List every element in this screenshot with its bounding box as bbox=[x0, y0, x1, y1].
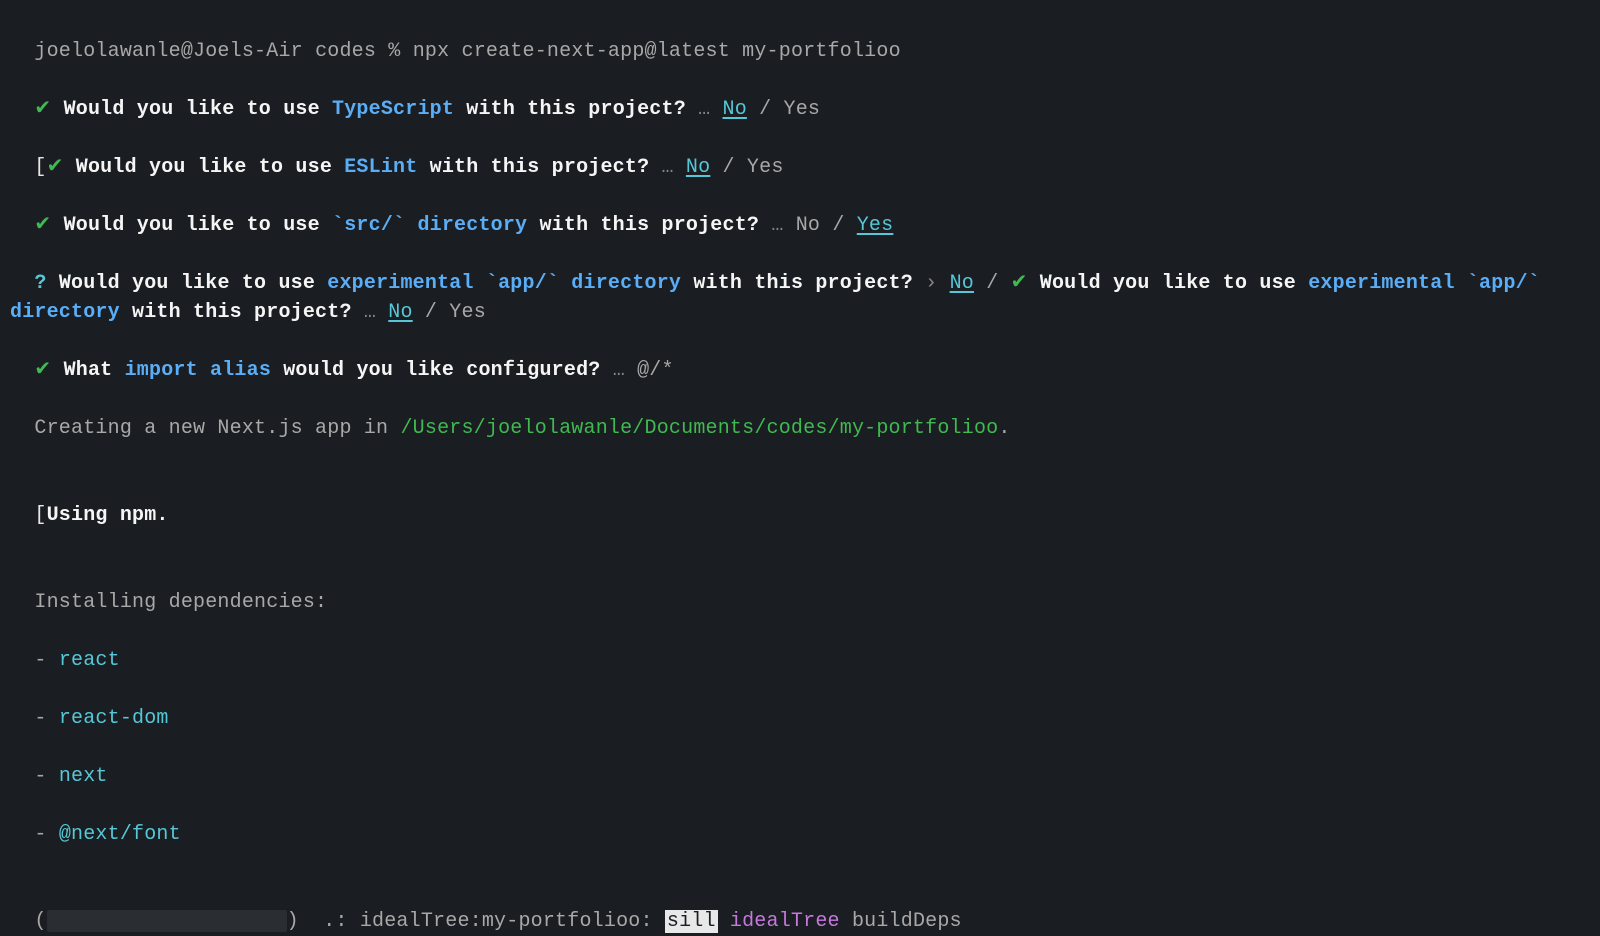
progress-bar bbox=[47, 910, 287, 932]
question-app-dir: ? Would you like to use experimental `ap… bbox=[10, 240, 1590, 327]
alias-answer: @/* bbox=[637, 359, 674, 382]
status-sill: sill bbox=[665, 910, 718, 933]
ellipsis: … bbox=[662, 156, 674, 179]
question-suffix-2: with this project? bbox=[120, 301, 352, 324]
prompt-line: joelolawanle@Joels-Air codes % npx creat… bbox=[10, 8, 1590, 66]
question-src-dir: ✔ Would you like to use `src/` directory… bbox=[10, 182, 1590, 240]
ellipsis: … bbox=[698, 98, 710, 121]
question-text: Would you like to use bbox=[76, 156, 344, 179]
dep-line: - react bbox=[10, 617, 1590, 675]
paren-close: ) bbox=[287, 910, 299, 933]
option-slash: / bbox=[832, 214, 844, 237]
dep-line: - @next/font bbox=[10, 791, 1590, 849]
question-em: ESLint bbox=[344, 156, 417, 179]
question-typescript: ✔ Would you like to use TypeScript with … bbox=[10, 66, 1590, 124]
question-em: import alias bbox=[125, 359, 271, 382]
blank-line bbox=[10, 849, 1590, 878]
check-icon: ✔ bbox=[34, 359, 51, 382]
option-yes[interactable]: Yes bbox=[784, 98, 821, 121]
option-yes[interactable]: Yes bbox=[747, 156, 784, 179]
option-no[interactable]: No bbox=[950, 272, 974, 295]
question-eslint: [✔ Would you like to use ESLint with thi… bbox=[10, 124, 1590, 182]
option-no-2[interactable]: No bbox=[388, 301, 412, 324]
status-label: idealTree:my-portfolioo: bbox=[360, 910, 653, 933]
creating-text: Creating a new Next.js app in bbox=[34, 417, 400, 440]
status-idealtree: idealTree bbox=[730, 910, 840, 933]
installing-header: Installing dependencies: bbox=[10, 559, 1590, 617]
prompt-cwd: codes bbox=[315, 40, 376, 63]
question-em: TypeScript bbox=[332, 98, 454, 121]
arrow-icon: › bbox=[925, 272, 937, 295]
using-npm-line: [Using npm. bbox=[10, 472, 1590, 530]
blank-line bbox=[10, 530, 1590, 559]
check-icon: ✔ bbox=[1011, 272, 1028, 295]
question-pre: What bbox=[64, 359, 125, 382]
option-slash: / bbox=[986, 272, 998, 295]
creating-path: /Users/joelolawanle/Documents/codes/my-p… bbox=[400, 417, 998, 440]
question-suffix: with this project? bbox=[527, 214, 759, 237]
dep-name: react bbox=[59, 649, 120, 672]
prompt-command: npx create-next-app@latest my-portfolioo bbox=[413, 40, 901, 63]
ellipsis: … bbox=[771, 214, 783, 237]
check-icon: ✔ bbox=[34, 214, 51, 237]
question-post: would you like configured? bbox=[271, 359, 600, 382]
dep-name: react-dom bbox=[59, 707, 169, 730]
question-suffix: with this project? bbox=[681, 272, 913, 295]
question-import-alias: ✔ What import alias would you like confi… bbox=[10, 327, 1590, 385]
creating-dot: . bbox=[998, 417, 1010, 440]
option-no[interactable]: No bbox=[723, 98, 747, 121]
option-no[interactable]: No bbox=[686, 156, 710, 179]
status-builddeps: buildDeps bbox=[852, 910, 962, 933]
creating-line: Creating a new Next.js app in /Users/joe… bbox=[10, 385, 1590, 443]
blank-line bbox=[10, 443, 1590, 472]
question-mark-icon: ? bbox=[34, 272, 46, 295]
check-icon: ✔ bbox=[34, 98, 51, 121]
spinner-icon: .: bbox=[323, 910, 347, 933]
npm-status-line: () .: idealTree:my-portfolioo: sill idea… bbox=[10, 878, 1590, 936]
question-text-2: Would you like to use bbox=[1040, 272, 1308, 295]
question-text: Would you like to use bbox=[59, 272, 327, 295]
prompt-symbol: % bbox=[388, 40, 400, 63]
option-slash-2: / bbox=[425, 301, 437, 324]
ellipsis: … bbox=[364, 301, 376, 324]
dep-name: next bbox=[59, 765, 108, 788]
ellipsis: … bbox=[613, 359, 625, 382]
option-slash: / bbox=[759, 98, 771, 121]
using-text: Using npm. bbox=[47, 504, 169, 527]
option-yes[interactable]: Yes bbox=[857, 214, 894, 237]
question-text: Would you like to use bbox=[64, 214, 332, 237]
paren-open: ( bbox=[34, 910, 46, 933]
option-yes-2[interactable]: Yes bbox=[449, 301, 486, 324]
question-suffix: with this project? bbox=[417, 156, 649, 179]
prompt-user-host: joelolawanle@Joels-Air bbox=[34, 40, 302, 63]
installing-text: Installing dependencies: bbox=[34, 591, 327, 614]
option-slash: / bbox=[723, 156, 735, 179]
question-text: Would you like to use bbox=[64, 98, 332, 121]
bracket-open: [ bbox=[34, 156, 46, 179]
question-suffix: with this project? bbox=[454, 98, 686, 121]
check-icon: ✔ bbox=[47, 156, 64, 179]
question-em: experimental `app/` directory bbox=[327, 272, 681, 295]
dep-name: @next/font bbox=[59, 823, 181, 846]
dep-line: - react-dom bbox=[10, 675, 1590, 733]
option-no[interactable]: No bbox=[796, 214, 820, 237]
question-em: `src/` directory bbox=[332, 214, 527, 237]
bracket-open: [ bbox=[34, 504, 46, 527]
dep-line: - next bbox=[10, 733, 1590, 791]
